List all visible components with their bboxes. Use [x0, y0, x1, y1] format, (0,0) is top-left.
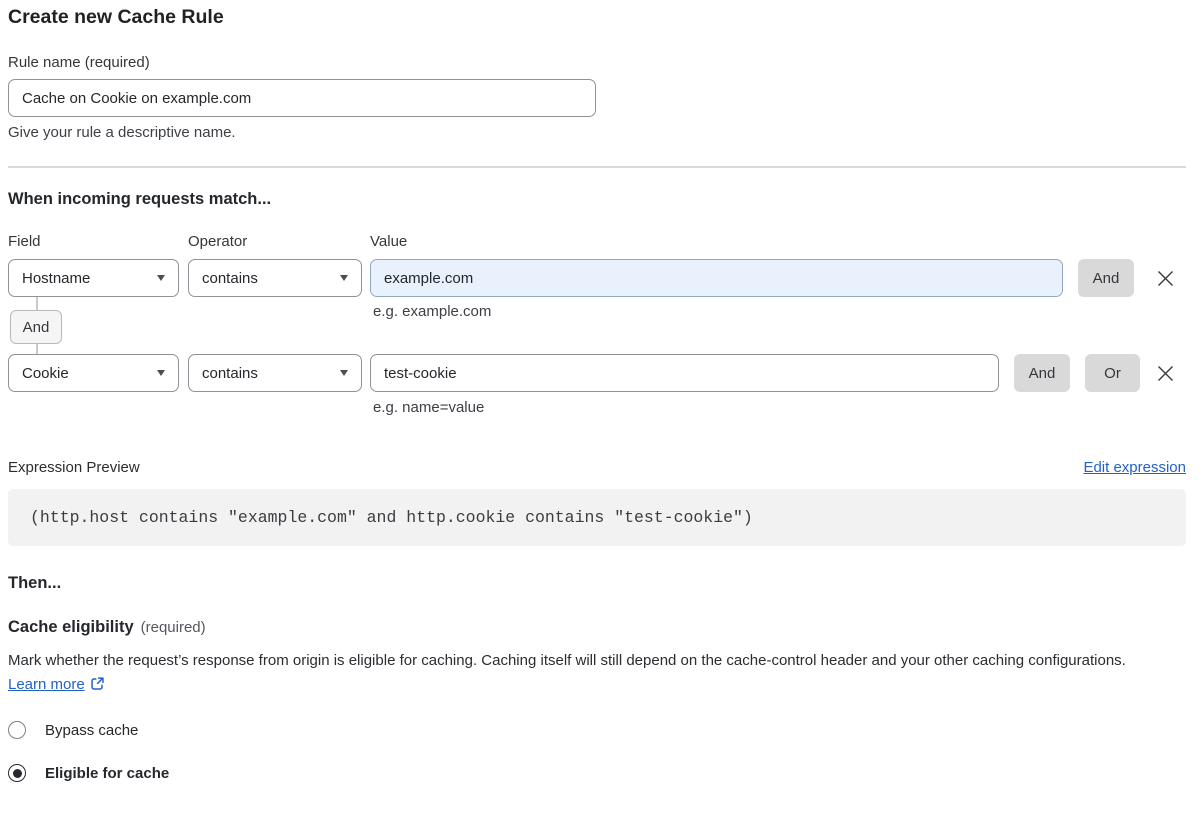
- remove-condition-button-1[interactable]: [1154, 267, 1176, 289]
- operator-select-1-value: contains: [202, 270, 258, 287]
- value-input-2[interactable]: [370, 354, 999, 392]
- x-icon: [1157, 365, 1174, 382]
- chevron-down-icon: [340, 275, 348, 281]
- chevron-down-icon: [157, 275, 165, 281]
- operator-select-2[interactable]: contains: [188, 354, 362, 392]
- rule-name-input[interactable]: [8, 79, 596, 117]
- learn-more-link[interactable]: Learn more: [8, 676, 85, 693]
- condition-row-2: Cookie contains And Or: [8, 354, 1186, 392]
- add-and-condition-button-2[interactable]: And: [1014, 354, 1070, 392]
- field-select-2-value: Cookie: [22, 365, 69, 382]
- expression-preview-label: Expression Preview: [8, 459, 140, 476]
- expression-preview-header: Expression Preview Edit expression: [8, 459, 1186, 476]
- field-select-2[interactable]: Cookie: [8, 354, 179, 392]
- value-hint-2: e.g. name=value: [373, 399, 1186, 416]
- radio-option-bypass-cache[interactable]: Bypass cache: [8, 720, 1186, 740]
- field-column-label: Field: [8, 233, 188, 250]
- remove-condition-button-2[interactable]: [1154, 362, 1176, 384]
- radio-selected-icon[interactable]: [8, 764, 26, 782]
- connector-wrap: And: [10, 297, 62, 354]
- connector-and-button[interactable]: And: [10, 310, 62, 344]
- cache-eligibility-heading: Cache eligibility (required): [8, 618, 1186, 637]
- condition-column-headers: Field Operator Value: [8, 233, 1186, 250]
- operator-column-label: Operator: [188, 233, 370, 250]
- cache-eligibility-required-note: (required): [141, 619, 206, 636]
- radio-unselected-icon[interactable]: [8, 721, 26, 739]
- rule-name-helper: Give your rule a descriptive name.: [8, 124, 1186, 141]
- expression-preview-code: (http.host contains "example.com" and ht…: [8, 489, 1186, 546]
- value-column-label: Value: [370, 233, 1186, 250]
- add-and-condition-button-1[interactable]: And: [1078, 259, 1134, 297]
- then-heading: Then...: [8, 574, 1186, 593]
- page-title: Create new Cache Rule: [8, 6, 1186, 29]
- expression-code-text: (http.host contains "example.com" and ht…: [30, 508, 753, 527]
- add-or-condition-button-2[interactable]: Or: [1085, 354, 1140, 392]
- edit-expression-link[interactable]: Edit expression: [1083, 459, 1186, 476]
- rule-name-group: Rule name (required) Give your rule a de…: [8, 54, 1186, 141]
- chevron-down-icon: [157, 370, 165, 376]
- value-input-1[interactable]: [370, 259, 1063, 297]
- bypass-cache-label: Bypass cache: [45, 722, 138, 739]
- external-link-icon: [90, 676, 105, 691]
- chevron-down-icon: [340, 370, 348, 376]
- value-hint-1: e.g. example.com: [373, 303, 491, 320]
- operator-select-1[interactable]: contains: [188, 259, 362, 297]
- cache-eligibility-title: Cache eligibility: [8, 618, 134, 637]
- field-select-1[interactable]: Hostname: [8, 259, 179, 297]
- section-divider: [8, 166, 1186, 168]
- connector-line-top: [36, 297, 38, 310]
- connector-area: e.g. example.com And: [8, 297, 1186, 354]
- create-cache-rule-page: Create new Cache Rule Rule name (require…: [0, 0, 1200, 826]
- match-section-heading: When incoming requests match...: [8, 190, 1186, 209]
- connector-line-bottom: [36, 344, 38, 354]
- field-select-1-value: Hostname: [22, 270, 90, 287]
- condition-row-1: Hostname contains And: [8, 259, 1186, 297]
- x-icon: [1157, 270, 1174, 287]
- description-text: Mark whether the request’s response from…: [8, 652, 1126, 669]
- radio-option-eligible-for-cache[interactable]: Eligible for cache: [8, 763, 1186, 783]
- rule-name-label: Rule name (required): [8, 54, 1186, 71]
- cache-eligibility-description: Mark whether the request’s response from…: [8, 649, 1160, 697]
- eligible-for-cache-label: Eligible for cache: [45, 765, 169, 782]
- operator-select-2-value: contains: [202, 365, 258, 382]
